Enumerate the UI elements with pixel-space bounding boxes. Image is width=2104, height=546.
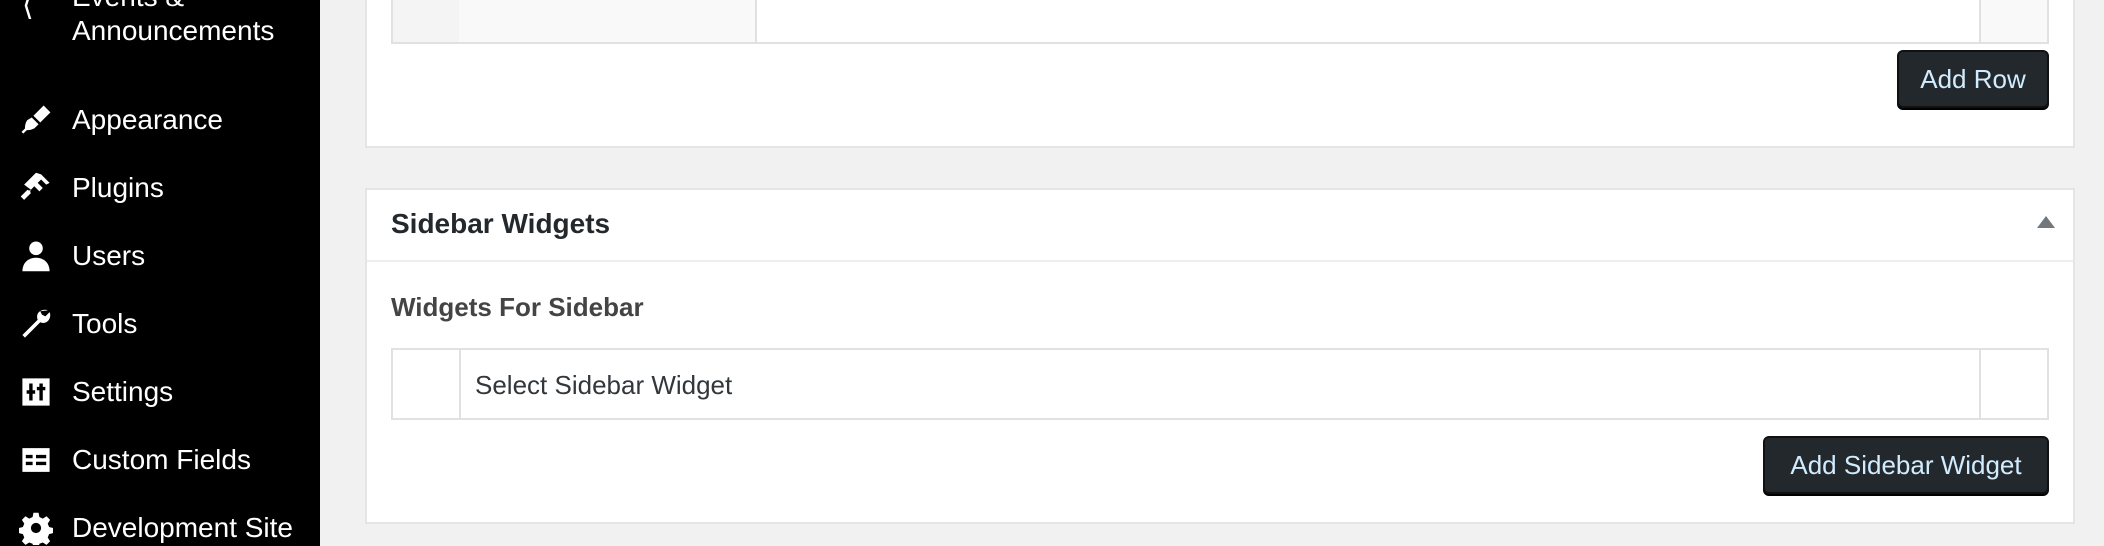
repeater-panel: Add Row bbox=[365, 0, 2075, 148]
widget-remove-cell[interactable] bbox=[1979, 350, 2047, 418]
table-icon bbox=[18, 442, 54, 478]
widget-repeater-table: Select Sidebar Widget bbox=[391, 348, 2049, 420]
sidebar-item-label: Plugins bbox=[72, 172, 164, 203]
widget-drag-handle[interactable] bbox=[393, 350, 461, 418]
sidebar-item-appearance[interactable]: Appearance bbox=[0, 95, 320, 145]
paintbrush-icon bbox=[18, 102, 54, 138]
sidebar-item-label: Settings bbox=[72, 376, 174, 407]
sidebar-item-label: Custom Fields bbox=[72, 444, 251, 475]
field-label: Widgets For Sidebar bbox=[391, 292, 644, 322]
panel-title: Sidebar Widgets bbox=[391, 208, 611, 239]
add-row-button[interactable]: Add Row bbox=[1897, 50, 2049, 108]
row-drag-handle[interactable] bbox=[393, 0, 461, 42]
megaphone-icon: ⟨ bbox=[22, 0, 34, 22]
sidebar-item-label: Development Site bbox=[72, 512, 294, 543]
user-icon bbox=[18, 238, 54, 274]
sidebar-item-development-site[interactable]: Development Site bbox=[0, 503, 320, 546]
sidebar-item-label: Appearance bbox=[72, 104, 224, 135]
repeater-table bbox=[391, 0, 2049, 44]
sidebar-item-custom-fields[interactable]: Custom Fields bbox=[0, 435, 320, 485]
sidebar-item-settings[interactable]: Settings bbox=[0, 367, 320, 417]
admin-sidebar: ⟨ Events & Announcements Appearance Plug… bbox=[0, 0, 320, 546]
sidebar-item-label: Tools bbox=[72, 308, 138, 339]
sidebar-item-plugins[interactable]: Plugins bbox=[0, 163, 320, 213]
sidebar-item-events-announcements[interactable]: ⟨ Events & Announcements bbox=[0, 0, 320, 50]
collapse-arrow-icon[interactable] bbox=[2037, 216, 2055, 228]
sidebar-item-tools[interactable]: Tools bbox=[0, 299, 320, 349]
plugin-icon bbox=[18, 170, 54, 206]
panel-header[interactable]: Sidebar Widgets bbox=[367, 190, 2073, 262]
sliders-icon bbox=[18, 374, 54, 410]
row-remove-cell[interactable] bbox=[1979, 0, 2047, 42]
gear-icon bbox=[18, 510, 54, 546]
sidebar-item-users[interactable]: Users bbox=[0, 231, 320, 281]
row-label-cell bbox=[459, 0, 757, 42]
sidebar-item-label-line1: Events & bbox=[72, 0, 274, 14]
add-sidebar-widget-button[interactable]: Add Sidebar Widget bbox=[1763, 436, 2049, 494]
sidebar-item-label: Users bbox=[72, 240, 146, 271]
sidebar-item-label: Events & Announcements bbox=[72, 0, 274, 48]
sidebar-item-label-line2: Announcements bbox=[72, 15, 275, 46]
sidebar-widgets-panel: Sidebar Widgets Widgets For Sidebar Sele… bbox=[365, 188, 2075, 524]
select-sidebar-widget[interactable]: Select Sidebar Widget bbox=[475, 370, 732, 401]
wrench-icon bbox=[18, 306, 54, 342]
